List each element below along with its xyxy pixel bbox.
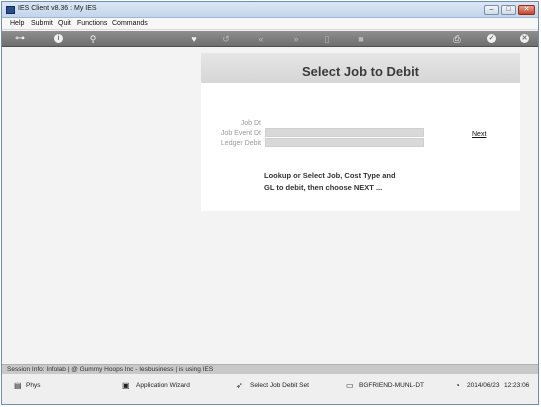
select-job-panel: Select Job to Debit Job Dt Job Event Dt … bbox=[201, 53, 520, 211]
task-time: 12:23:06 bbox=[504, 381, 536, 391]
task-date: ◔ 2014/06/23 bbox=[455, 381, 505, 391]
heart-icon[interactable]: ♥ bbox=[189, 33, 199, 45]
task-phys[interactable]: ▤ Phys bbox=[14, 381, 54, 391]
task-application-wizard-label: Application Wizard bbox=[136, 382, 190, 389]
title-bar: IES Client v8.36 : My IES – □ ✕ bbox=[2, 2, 538, 18]
job-event-dt-label: Job Event Dt bbox=[220, 130, 261, 137]
panel-header: Select Job to Debit bbox=[201, 53, 520, 83]
job-dt-label: Job Dt bbox=[240, 120, 261, 127]
menu-commands[interactable]: Commands bbox=[112, 20, 148, 27]
time-label: 12:23:06 bbox=[504, 382, 530, 389]
maximize-button[interactable]: □ bbox=[501, 5, 516, 15]
taskbar: ▤ Phys ▣ Application Wizard ➶ Select Job… bbox=[2, 374, 538, 404]
square-icon[interactable]: ■ bbox=[356, 33, 366, 45]
menu-quit[interactable]: Quit bbox=[58, 20, 71, 27]
task-computer[interactable]: ▭ BGFRIEND-MUNL-DT bbox=[346, 381, 426, 391]
info-icon[interactable]: i bbox=[54, 34, 63, 43]
application-window: IES Client v8.36 : My IES – □ ✕ Help Sub… bbox=[1, 1, 539, 405]
rewind-icon[interactable]: « bbox=[255, 33, 267, 45]
task-phys-label: Phys bbox=[26, 382, 41, 389]
minimize-button[interactable]: – bbox=[484, 5, 499, 15]
trash-icon[interactable]: ▯ bbox=[322, 33, 332, 45]
print-icon[interactable]: ⎙ bbox=[452, 33, 462, 45]
window-title: IES Client v8.36 : My IES bbox=[18, 5, 97, 12]
menu-bar: Help Submit Quit Functions Commands bbox=[2, 18, 538, 30]
close-button[interactable]: ✕ bbox=[518, 5, 535, 15]
instruction-line-2: GL to debit, then choose NEXT ... bbox=[264, 183, 383, 192]
status-bar: Session Info: Infolab | @ Gummy Hoops In… bbox=[2, 364, 538, 374]
task-application-wizard[interactable]: ▣ Application Wizard bbox=[122, 381, 202, 391]
menu-submit[interactable]: Submit bbox=[31, 20, 53, 27]
date-label: 2014/06/23 bbox=[467, 382, 500, 389]
toolbar: ⊶ i ⚲ ♥ ↺ « » ▯ ■ ⎙ ✓ ✕ bbox=[2, 31, 538, 47]
undo-icon[interactable]: ↺ bbox=[221, 33, 231, 45]
next-link[interactable]: Next bbox=[472, 131, 486, 138]
task-select-job-debit-set-label: Select Job Debit Set bbox=[250, 382, 309, 389]
page-title: Select Job to Debit bbox=[301, 64, 420, 79]
key-icon[interactable]: ⊶ bbox=[10, 33, 30, 45]
clock-icon: ◔ bbox=[455, 381, 460, 390]
menu-help[interactable]: Help bbox=[10, 20, 24, 27]
document-icon: ▤ bbox=[14, 381, 22, 390]
session-info: Session Info: Infolab | @ Gummy Hoops In… bbox=[7, 366, 214, 373]
app-icon bbox=[6, 6, 15, 14]
forward-icon[interactable]: » bbox=[290, 33, 302, 45]
instruction-line-1: Lookup or Select Job, Cost Type and bbox=[264, 171, 396, 180]
close-icon[interactable]: ✕ bbox=[520, 34, 529, 43]
ledger-debit-label: Ledger Debit bbox=[220, 140, 261, 147]
wizard-icon: ▣ bbox=[122, 381, 130, 390]
ledger-debit-field[interactable] bbox=[265, 138, 424, 147]
task-computer-label: BGFRIEND-MUNL-DT bbox=[359, 382, 424, 389]
computer-icon: ▭ bbox=[346, 381, 354, 390]
menu-functions[interactable]: Functions bbox=[77, 20, 107, 27]
instruction-text: Lookup or Select Job, Cost Type and GL t… bbox=[264, 170, 414, 194]
job-event-dt-field[interactable] bbox=[265, 128, 424, 137]
search-icon[interactable]: ⚲ bbox=[88, 33, 98, 45]
pointer-icon: ➶ bbox=[236, 381, 243, 390]
task-select-job-debit-set[interactable]: ➶ Select Job Debit Set bbox=[236, 381, 316, 391]
check-icon[interactable]: ✓ bbox=[487, 34, 496, 43]
